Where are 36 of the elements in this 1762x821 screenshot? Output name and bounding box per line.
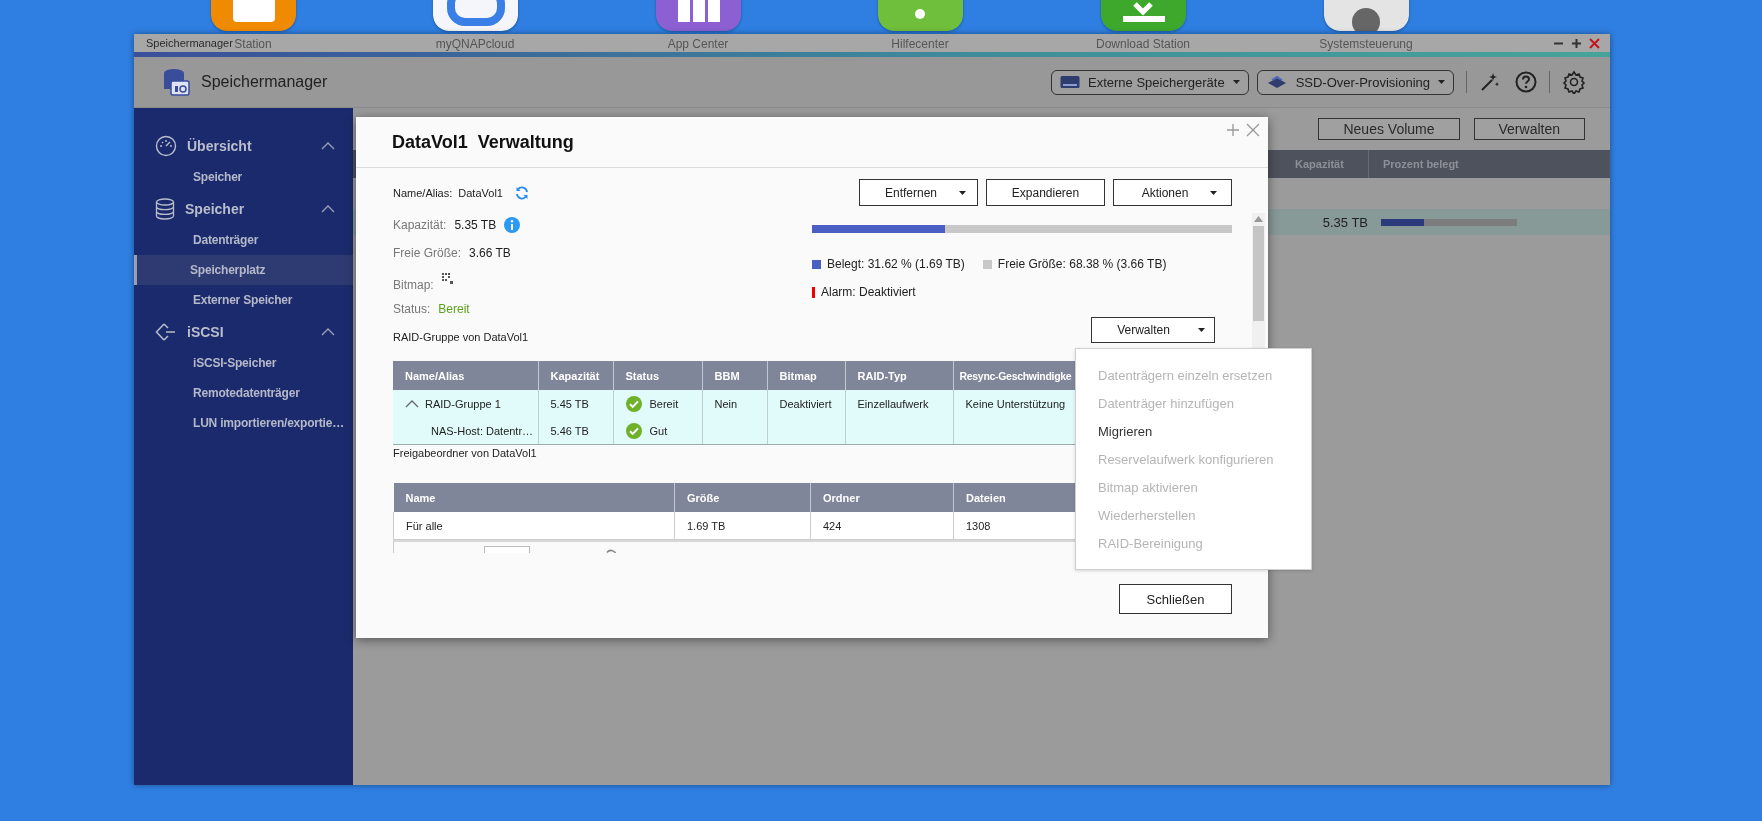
legend-label: Belegt: 31.62 % (1.69 TB) bbox=[827, 257, 965, 271]
table-cell-text: 5.35 TB bbox=[1321, 214, 1368, 230]
dialog-title: DataVol1 Verwaltung bbox=[392, 131, 574, 153]
name-value: DataVol1 bbox=[458, 186, 503, 199]
window-title: Speichermanager bbox=[146, 37, 233, 49]
field-label: Bitmap: bbox=[393, 278, 434, 292]
status-text: Bereit bbox=[649, 397, 679, 410]
app-label: App Center bbox=[667, 37, 729, 51]
app-name: Speichermanager bbox=[201, 73, 329, 91]
section-title: Freigabeordner von DataVol1 bbox=[393, 447, 537, 461]
app-label: myQNAPcloud bbox=[435, 37, 515, 51]
table-cell: NAS-Host: Datentr… bbox=[393, 417, 538, 445]
table-cell: RAID-Gruppe 1 bbox=[393, 390, 538, 417]
table-cell: 5.45 TB bbox=[538, 390, 613, 417]
app-label: Station bbox=[234, 37, 272, 51]
table-cell: 5.46 TB bbox=[538, 417, 613, 445]
info-value: 5.35 TB bbox=[454, 218, 497, 232]
table-cell: 424 bbox=[810, 512, 954, 540]
app-label: Hilfecenter bbox=[891, 37, 949, 51]
field-label: Kapazität: bbox=[393, 218, 447, 232]
section-title: RAID-Gruppe von DataVol1 bbox=[393, 330, 530, 345]
info-value: 3.66 TB bbox=[469, 246, 511, 260]
status-text: Gut bbox=[649, 424, 668, 437]
status-value: Bereit bbox=[438, 302, 470, 316]
table-cell: Für alle bbox=[393, 512, 675, 540]
field-label: Freie Größe: bbox=[393, 246, 461, 260]
app-label: Download Station bbox=[1095, 37, 1191, 51]
field-label: Name/Alias: bbox=[393, 186, 453, 199]
table-cell: Nein bbox=[702, 390, 767, 417]
table-cell: Deaktiviert bbox=[767, 390, 845, 417]
legend-label: Freie Größe: 68.38 % (3.66 TB) bbox=[997, 257, 1167, 271]
alarm-label: Alarm: Deaktiviert bbox=[821, 285, 916, 299]
app-label: Systemsteuerung bbox=[1319, 37, 1413, 51]
field-label: Status: bbox=[393, 302, 431, 316]
table-cell: 1.69 TB bbox=[674, 512, 811, 540]
table-cell: Einzellaufwerk bbox=[845, 390, 953, 417]
